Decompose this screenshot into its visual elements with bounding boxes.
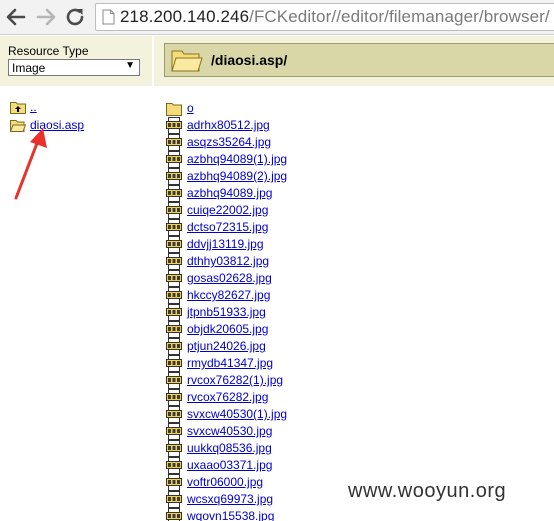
file-name-link[interactable]: wcsxq69973.jpg — [187, 492, 273, 506]
file-list-item[interactable]: svxcw40530.jpg — [166, 423, 446, 440]
file-list-item[interactable]: hkccy82627.jpg — [166, 287, 446, 304]
jpg-file-icon — [166, 117, 182, 134]
file-name-link[interactable]: dthhy03812.jpg — [187, 254, 269, 268]
file-list-item[interactable]: uukkq08536.jpg — [166, 440, 446, 457]
file-list-item[interactable]: rvcox76282(1).jpg — [166, 372, 446, 389]
jpg-file-icon — [166, 457, 182, 474]
file-name-link[interactable]: svxcw40530.jpg — [187, 424, 272, 438]
jpg-file-icon — [166, 168, 182, 185]
folder-open-icon — [171, 50, 203, 72]
watermark: www.wooyun.org — [348, 480, 507, 502]
file-list: o adrhx80512.jpg asqzs35264.jpg azbhq94089(… — [166, 100, 466, 521]
file-name-link[interactable]: azbhq94089(2).jpg — [187, 169, 287, 183]
jpg-file-icon — [166, 423, 182, 440]
browser-toolbar: 218.200.140.246/FCKeditor//editor/filema… — [0, 0, 554, 35]
file-name-link[interactable]: wqovn15538.jpg — [187, 509, 274, 521]
file-name-link[interactable]: rmydb41347.jpg — [187, 356, 273, 370]
file-name-link[interactable]: cuiqe22002.jpg — [187, 203, 268, 217]
file-list-item[interactable]: ptjun24026.jpg — [166, 338, 446, 355]
jpg-file-icon — [166, 236, 182, 253]
file-list-item[interactable]: azbhq94089(1).jpg — [166, 151, 446, 168]
file-list-item[interactable]: dthhy03812.jpg — [166, 253, 446, 270]
file-name-link[interactable]: svxcw40530(1).jpg — [187, 407, 287, 421]
address-bar[interactable]: 218.200.140.246/FCKeditor//editor/filema… — [95, 3, 554, 31]
jpg-file-icon — [166, 474, 182, 491]
jpg-file-icon — [166, 372, 182, 389]
dropdown-arrow-icon[interactable]: ▼ — [125, 60, 135, 71]
jpg-file-icon — [166, 508, 182, 521]
jpg-file-icon — [166, 304, 182, 321]
folder-icon — [166, 103, 182, 116]
file-list-item[interactable]: objdk20605.jpg — [166, 321, 446, 338]
file-list-item[interactable]: jtpnb51933.jpg — [166, 304, 446, 321]
jpg-file-icon — [166, 491, 182, 508]
jpg-file-icon — [166, 389, 182, 406]
file-name-link[interactable]: dctso72315.jpg — [187, 220, 268, 234]
file-list-item[interactable]: uxaao03371.jpg — [166, 457, 446, 474]
resource-type-label: Resource Type — [8, 44, 89, 58]
file-list-item[interactable]: svxcw40530(1).jpg — [166, 406, 446, 423]
file-name-link[interactable]: asqzs35264.jpg — [187, 135, 271, 149]
file-list-item[interactable]: azbhq94089.jpg — [166, 185, 446, 202]
url-text: 218.200.140.246/FCKeditor//editor/filema… — [120, 7, 550, 27]
file-name-link[interactable]: ddvjj13119.jpg — [187, 237, 264, 251]
jpg-file-icon — [166, 338, 182, 355]
current-folder-header: /diaosi.asp/ — [154, 36, 554, 86]
file-name-link[interactable]: azbhq94089(1).jpg — [187, 152, 287, 166]
jpg-file-icon — [166, 287, 182, 304]
forward-arrow-icon[interactable] — [34, 5, 58, 29]
file-name-link[interactable]: adrhx80512.jpg — [187, 118, 270, 132]
file-name-link[interactable]: rvcox76282.jpg — [187, 390, 268, 404]
resource-type-select[interactable]: Image ▼ — [8, 59, 140, 76]
file-list-item[interactable]: gosas02628.jpg — [166, 270, 446, 287]
jpg-file-icon — [166, 355, 182, 372]
file-name-link[interactable]: objdk20605.jpg — [187, 322, 268, 336]
tree-item-parent-label[interactable]: .. — [30, 100, 37, 114]
file-list-item[interactable]: asqzs35264.jpg — [166, 134, 446, 151]
file-list-item[interactable]: cuiqe22002.jpg — [166, 202, 446, 219]
file-name-link[interactable]: uxaao03371.jpg — [187, 458, 272, 472]
jpg-file-icon — [166, 185, 182, 202]
reload-icon[interactable] — [63, 5, 87, 29]
url-host: 218.200.140.246 — [120, 7, 250, 26]
jpg-file-icon — [166, 321, 182, 338]
red-annotation-arrow — [14, 128, 47, 200]
jpg-file-icon — [166, 253, 182, 270]
file-list-item[interactable]: adrhx80512.jpg — [166, 117, 446, 134]
file-name-link[interactable]: jtpnb51933.jpg — [187, 305, 266, 319]
file-list-item[interactable]: ddvjj13119.jpg — [166, 236, 446, 253]
jpg-file-icon — [166, 406, 182, 423]
file-name-link[interactable]: ptjun24026.jpg — [187, 339, 266, 353]
jpg-file-icon — [166, 151, 182, 168]
back-arrow-icon[interactable] — [4, 5, 28, 29]
jpg-file-icon — [166, 270, 182, 287]
file-name-link[interactable]: o — [187, 101, 194, 115]
file-name-link[interactable]: azbhq94089.jpg — [187, 186, 272, 200]
file-name-link[interactable]: gosas02628.jpg — [187, 271, 272, 285]
url-path: /FCKeditor//editor/filemanager/browser/ — [249, 7, 550, 26]
file-list-item[interactable]: rmydb41347.jpg — [166, 355, 446, 372]
file-name-link[interactable]: rvcox76282(1).jpg — [187, 373, 283, 387]
jpg-file-icon — [166, 134, 182, 151]
file-list-item[interactable]: o — [166, 100, 446, 117]
resource-type-value: Image — [12, 61, 46, 75]
file-name-link[interactable]: voftr06000.jpg — [187, 475, 263, 489]
file-list-item[interactable]: azbhq94089(2).jpg — [166, 168, 446, 185]
folder-up-icon — [10, 102, 26, 114]
file-list-item[interactable]: wqovn15538.jpg — [166, 508, 446, 521]
current-folder-banner: /diaosi.asp/ — [164, 43, 554, 77]
current-folder-path: /diaosi.asp/ — [211, 52, 288, 68]
file-list-item[interactable]: dctso72315.jpg — [166, 219, 446, 236]
jpg-file-icon — [166, 219, 182, 236]
file-name-link[interactable]: uukkq08536.jpg — [187, 441, 272, 455]
file-list-item[interactable]: rvcox76282.jpg — [166, 389, 446, 406]
file-name-link[interactable]: hkccy82627.jpg — [187, 288, 270, 302]
jpg-file-icon — [166, 202, 182, 219]
jpg-file-icon — [166, 440, 182, 457]
resource-type-panel: Resource Type Image ▼ — [0, 36, 152, 86]
page-icon — [102, 9, 115, 25]
